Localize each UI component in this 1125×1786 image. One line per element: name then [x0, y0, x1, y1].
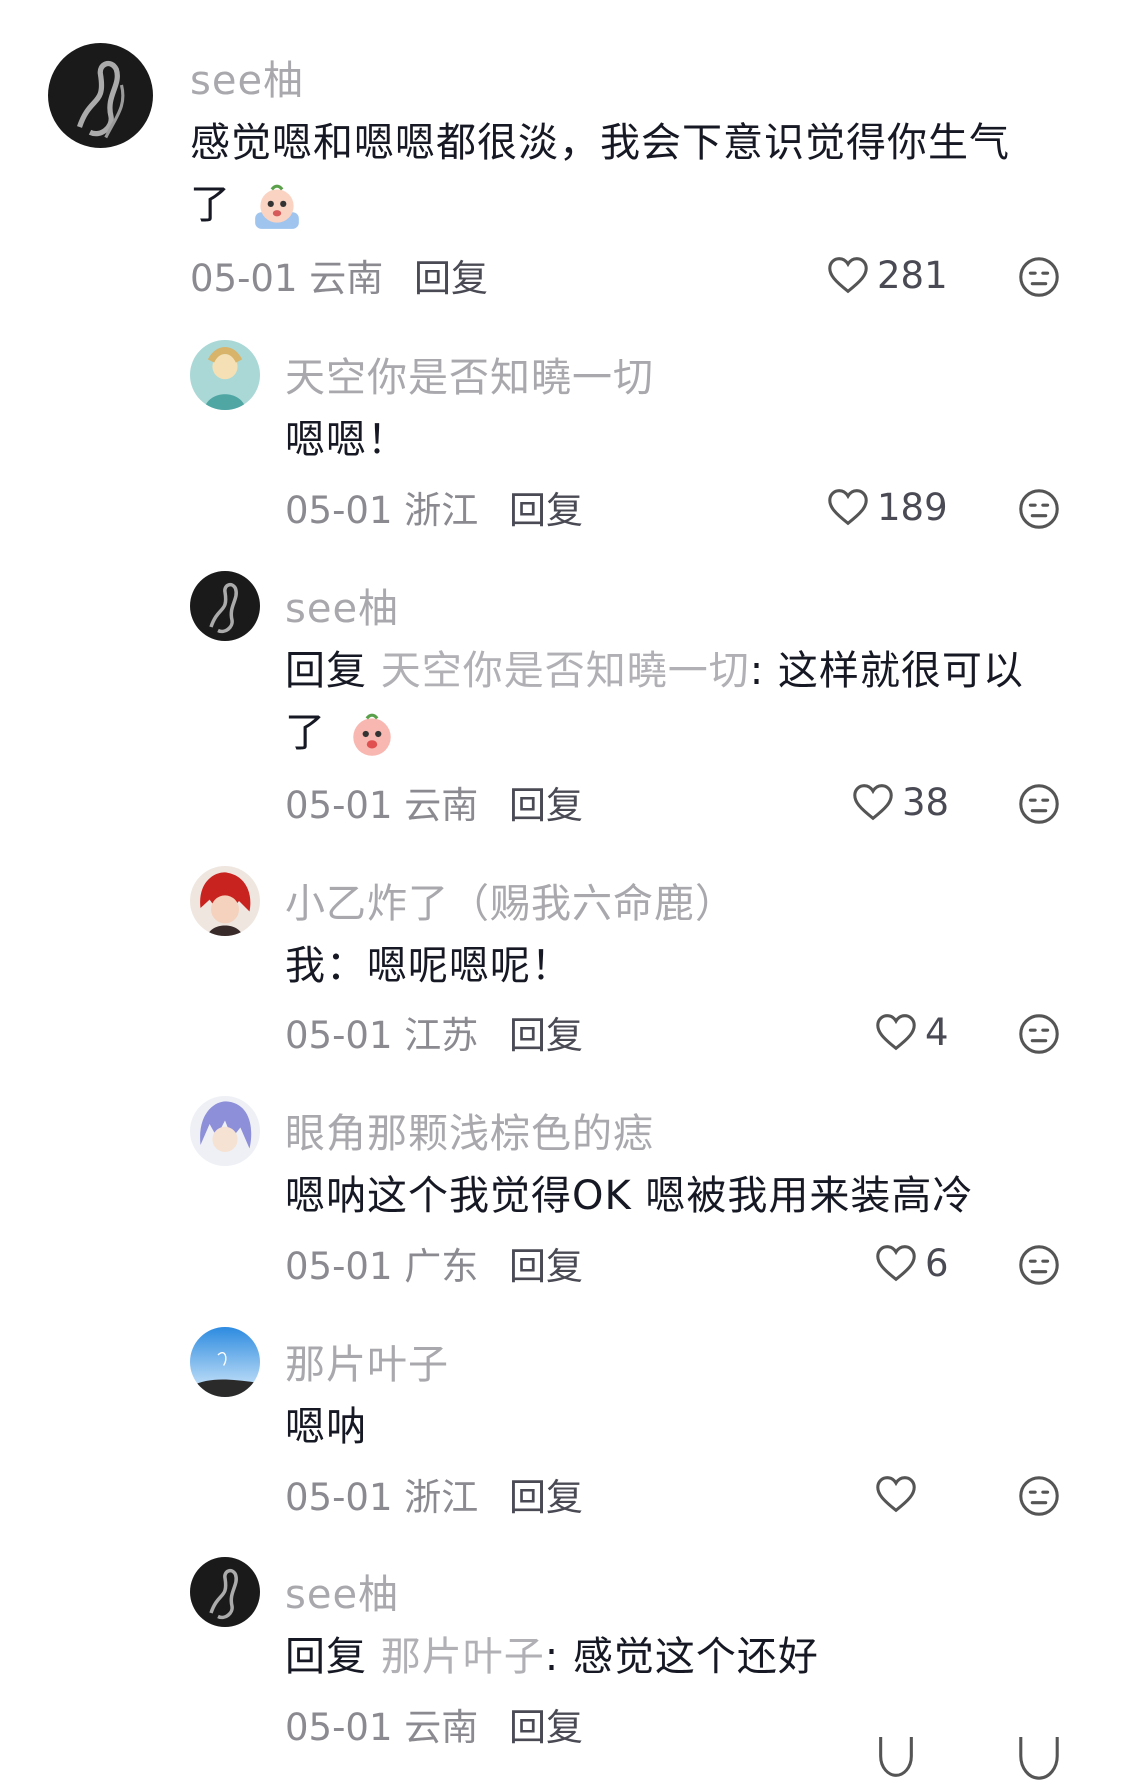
dislike-icon[interactable]: [1016, 254, 1062, 300]
dislike-icon[interactable]: [1016, 1242, 1062, 1288]
heart-icon: [853, 784, 893, 821]
username[interactable]: see柚: [285, 576, 399, 634]
reply-button[interactable]: 回复: [509, 1467, 583, 1521]
dislike-icon[interactable]: [1016, 1734, 1062, 1786]
like-button[interactable]: 38: [850, 777, 949, 827]
shy-peach-emoji: [352, 713, 391, 756]
username[interactable]: 天空你是否知曉一切: [285, 345, 654, 403]
username[interactable]: 眼角那颗浅棕色的痣: [285, 1101, 654, 1159]
username[interactable]: 小乙炸了（赐我六命鹿）: [285, 871, 736, 929]
like-button[interactable]: [873, 1469, 925, 1519]
heart-icon: [828, 489, 868, 526]
heart-icon: [876, 1014, 916, 1051]
comment-text: 嗯呐: [285, 1404, 367, 1450]
comment-text: 感觉嗯和嗯嗯都很淡，我会下意识觉得你生气 了: [190, 112, 1070, 236]
comment-date-location: 05-01 云南: [190, 257, 384, 300]
username[interactable]: 那片叶子: [285, 1332, 449, 1390]
like-count: 281: [877, 253, 948, 297]
avatar[interactable]: [190, 866, 260, 936]
reply-prefix: 回复: [285, 1634, 367, 1680]
like-button[interactable]: 6: [873, 1238, 949, 1288]
reply-button[interactable]: 回复: [509, 1236, 583, 1290]
comment-date-location: 05-01 江苏: [285, 1014, 479, 1057]
like-button[interactable]: 189: [825, 482, 948, 532]
dislike-icon[interactable]: [1016, 781, 1062, 827]
comment-date-location: 05-01 云南: [285, 1706, 479, 1749]
avatar[interactable]: [190, 1557, 260, 1627]
dislike-icon[interactable]: [1016, 1473, 1062, 1519]
reply-button[interactable]: 回复: [509, 775, 583, 829]
like-count: 38: [902, 780, 950, 824]
crying-peach-emoji: [254, 184, 299, 229]
heart-icon: [828, 257, 868, 294]
like-button[interactable]: 281: [825, 250, 948, 300]
username[interactable]: see柚: [285, 1562, 399, 1620]
reply-prefix: 回复: [285, 648, 367, 694]
reply-to-username[interactable]: 那片叶子: [381, 1634, 545, 1680]
dislike-icon[interactable]: [1016, 1011, 1062, 1057]
like-count: 189: [877, 485, 948, 529]
like-button[interactable]: 4: [873, 1007, 949, 1057]
comment-date-location: 05-01 云南: [285, 784, 479, 827]
comment-text: 回复 天空你是否知曉一切: 这样就很可以 了: [285, 640, 1075, 764]
heart-icon: [876, 1245, 916, 1282]
comment-date-location: 05-01 浙江: [285, 489, 479, 532]
avatar[interactable]: [190, 1096, 260, 1166]
like-count: 6: [925, 1241, 949, 1285]
comment-text: 回复 那片叶子: 感觉这个还好: [285, 1634, 819, 1680]
comment-text: 我：嗯呢嗯呢！: [285, 943, 572, 989]
username[interactable]: see柚: [190, 48, 304, 106]
reply-to-username[interactable]: 天空你是否知曉一切: [381, 648, 750, 694]
reply-button[interactable]: 回复: [509, 1005, 583, 1059]
heart-icon: [876, 1476, 916, 1513]
reply-button[interactable]: 回复: [509, 1697, 583, 1751]
reply-button[interactable]: 回复: [509, 480, 583, 534]
heart-icon[interactable]: [873, 1734, 919, 1786]
comment-text: 嗯呐这个我觉得OK 嗯被我用来装高冷: [285, 1173, 974, 1219]
comment-date-location: 05-01 广东: [285, 1245, 479, 1288]
avatar[interactable]: [190, 340, 260, 410]
reply-button[interactable]: 回复: [414, 248, 488, 302]
avatar[interactable]: [190, 1327, 260, 1397]
like-count: 4: [925, 1010, 949, 1054]
avatar[interactable]: [190, 571, 260, 641]
comment-text: 嗯嗯！: [285, 417, 408, 463]
dislike-icon[interactable]: [1016, 486, 1062, 532]
avatar[interactable]: [48, 43, 153, 148]
comment-date-location: 05-01 浙江: [285, 1476, 479, 1519]
